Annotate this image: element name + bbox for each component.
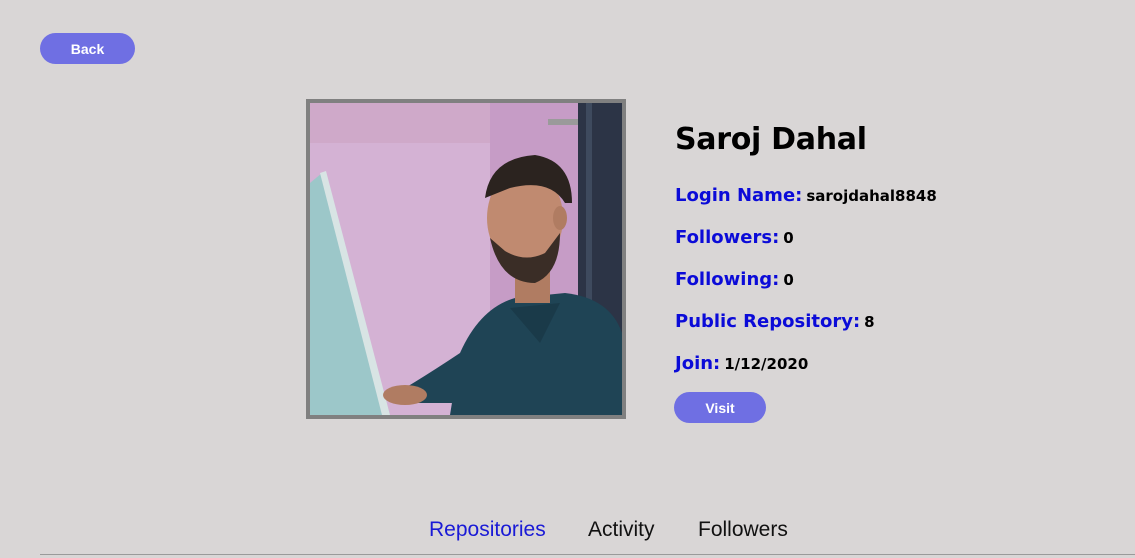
- login-label: Login Name:: [675, 185, 803, 206]
- profile-page: Back Saroj Dahal Login Name: sarojdahal8…: [0, 0, 1135, 558]
- back-button[interactable]: Back: [40, 33, 135, 64]
- followers-value: 0: [783, 229, 794, 247]
- followers-row: Followers: 0: [675, 227, 794, 248]
- repos-value: 8: [864, 313, 875, 331]
- repos-row: Public Repository: 8: [675, 311, 875, 332]
- tab-activity[interactable]: Activity: [588, 518, 655, 542]
- following-row: Following: 0: [675, 269, 794, 290]
- login-row: Login Name: sarojdahal8848: [675, 185, 937, 206]
- login-value: sarojdahal8848: [806, 187, 937, 205]
- repos-label: Public Repository:: [675, 311, 861, 332]
- join-label: Join:: [675, 353, 721, 374]
- visit-button[interactable]: Visit: [674, 392, 766, 423]
- tab-followers[interactable]: Followers: [698, 518, 788, 542]
- join-value: 1/12/2020: [724, 355, 809, 373]
- tab-bar: Repositories Activity Followers: [40, 518, 1135, 555]
- followers-label: Followers:: [675, 227, 780, 248]
- following-label: Following:: [675, 269, 780, 290]
- profile-name: Saroj Dahal: [675, 122, 867, 157]
- following-value: 0: [783, 271, 794, 289]
- join-row: Join: 1/12/2020: [675, 353, 808, 374]
- tab-repositories[interactable]: Repositories: [429, 518, 546, 542]
- avatar-photo: [310, 103, 622, 415]
- avatar: [306, 99, 626, 419]
